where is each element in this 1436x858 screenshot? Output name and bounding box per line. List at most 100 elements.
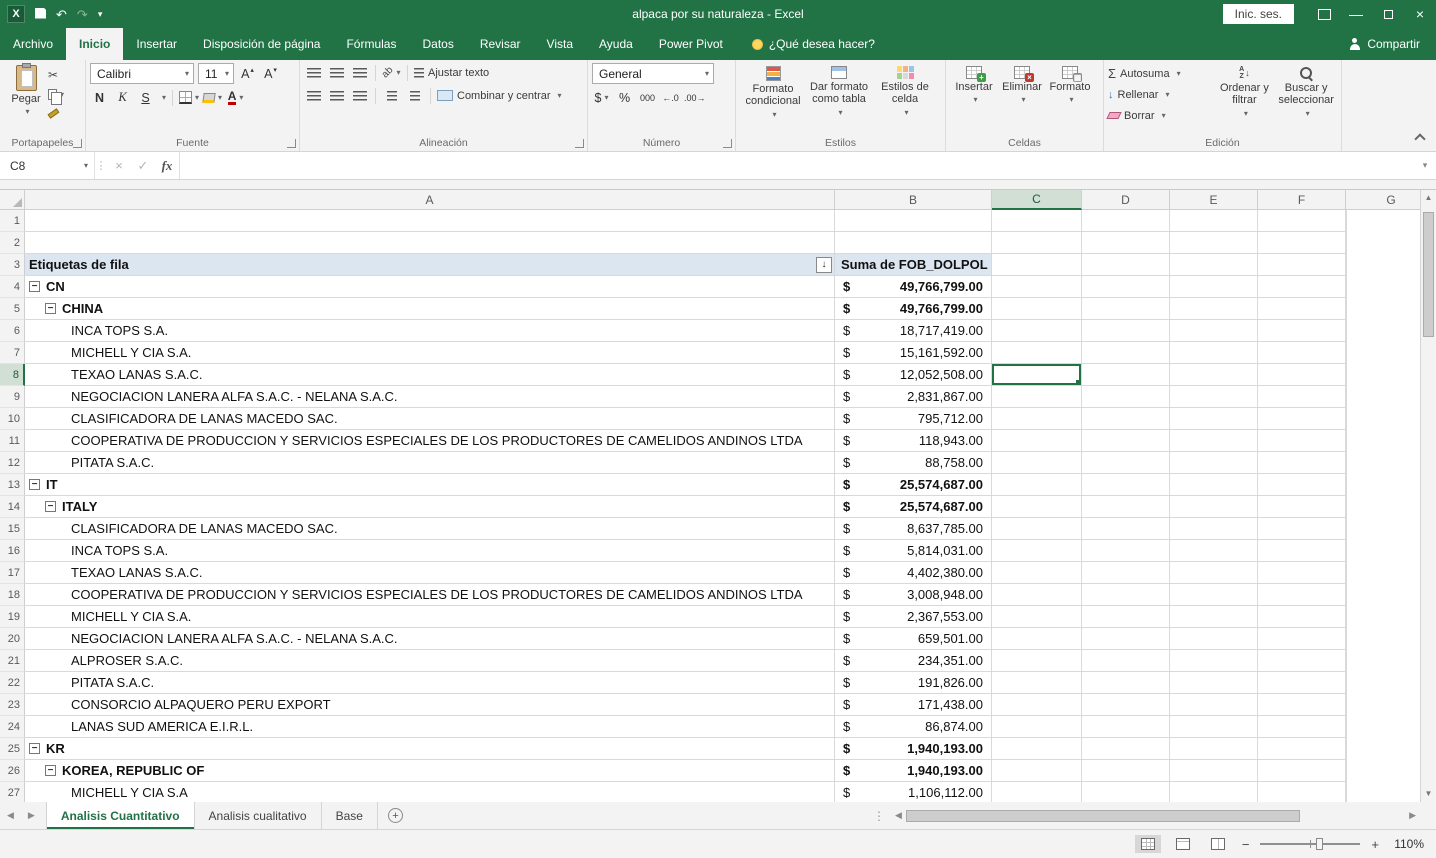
- cell-d24[interactable]: [1082, 716, 1170, 738]
- column-header-b[interactable]: B: [835, 190, 992, 210]
- cell-d25[interactable]: [1082, 738, 1170, 760]
- cell-a19[interactable]: MICHELL Y CIA S.A.: [25, 606, 835, 628]
- ribbon-tab-revisar[interactable]: Revisar: [467, 28, 534, 60]
- cell-e9[interactable]: [1170, 386, 1258, 408]
- scroll-left-icon[interactable]: ◀: [891, 810, 906, 821]
- cell-b23[interactable]: $171,438.00: [835, 694, 992, 716]
- cell-b1[interactable]: [835, 210, 992, 232]
- cell-f27[interactable]: [1258, 782, 1346, 802]
- cell-b25[interactable]: $1,940,193.00: [835, 738, 992, 760]
- share-button[interactable]: Compartir: [1349, 28, 1420, 60]
- cell-g9[interactable]: [1346, 386, 1347, 408]
- row-header[interactable]: 16: [0, 540, 25, 562]
- cell-d6[interactable]: [1082, 320, 1170, 342]
- cell-a8[interactable]: TEXAO LANAS S.A.C.: [25, 364, 835, 386]
- minimize-button[interactable]: —: [1340, 0, 1372, 28]
- tab-splitter-handle[interactable]: ⋮: [867, 802, 891, 829]
- row-header[interactable]: 11: [0, 430, 25, 452]
- cell-e17[interactable]: [1170, 562, 1258, 584]
- row-header[interactable]: 25: [0, 738, 25, 760]
- cell-a27[interactable]: MICHELL Y CIA S.A: [25, 782, 835, 802]
- cell-d14[interactable]: [1082, 496, 1170, 518]
- cell-d18[interactable]: [1082, 584, 1170, 606]
- expand-formula-bar-icon[interactable]: ▾: [1414, 152, 1436, 179]
- cut-button[interactable]: ✂: [48, 67, 64, 83]
- page-break-view-button[interactable]: [1205, 835, 1231, 853]
- cell-f24[interactable]: [1258, 716, 1346, 738]
- cell-f15[interactable]: [1258, 518, 1346, 540]
- sheet-tab-analisis-cualitativo[interactable]: Analisis cualitativo: [195, 802, 322, 829]
- cell-b3[interactable]: Suma de FOB_DOLPOL: [835, 254, 992, 276]
- row-header[interactable]: 15: [0, 518, 25, 540]
- cell-f26[interactable]: [1258, 760, 1346, 782]
- cell-g18[interactable]: [1346, 584, 1347, 606]
- row-header[interactable]: 8: [0, 364, 25, 386]
- align-left-button[interactable]: [304, 86, 323, 105]
- ribbon-tab-archivo[interactable]: Archivo: [0, 28, 66, 60]
- scroll-up-icon[interactable]: ▲: [1421, 190, 1436, 206]
- cell-f23[interactable]: [1258, 694, 1346, 716]
- cell-d2[interactable]: [1082, 232, 1170, 254]
- cell-g5[interactable]: [1346, 298, 1347, 320]
- cell-c24[interactable]: [992, 716, 1082, 738]
- cell-a25[interactable]: − KR: [25, 738, 835, 760]
- sort-filter-button[interactable]: A Z ↓ Ordenar y filtrar ▾: [1214, 63, 1276, 135]
- align-middle-button[interactable]: [327, 63, 346, 82]
- cell-c17[interactable]: [992, 562, 1082, 584]
- dialog-launcher-icon[interactable]: [575, 139, 584, 148]
- cell-c3[interactable]: [992, 254, 1082, 276]
- excel-logo-icon[interactable]: X: [7, 5, 25, 23]
- cell-e14[interactable]: [1170, 496, 1258, 518]
- cell-c25[interactable]: [992, 738, 1082, 760]
- cell-c16[interactable]: [992, 540, 1082, 562]
- cell-b19[interactable]: $2,367,553.00: [835, 606, 992, 628]
- cell-g3[interactable]: [1346, 254, 1347, 276]
- increase-decimal-button[interactable]: ←.0: [661, 88, 680, 107]
- cell-a26[interactable]: − KOREA, REPUBLIC OF: [25, 760, 835, 782]
- cell-e25[interactable]: [1170, 738, 1258, 760]
- ribbon-tab-power-pivot[interactable]: Power Pivot: [646, 28, 736, 60]
- sheet-tab-base[interactable]: Base: [322, 802, 378, 829]
- cell-g27[interactable]: [1346, 782, 1347, 802]
- align-right-button[interactable]: [350, 86, 369, 105]
- cell-b27[interactable]: $1,106,112.00: [835, 782, 992, 802]
- cell-g12[interactable]: [1346, 452, 1347, 474]
- cell-f18[interactable]: [1258, 584, 1346, 606]
- cell-d13[interactable]: [1082, 474, 1170, 496]
- fill-color-button[interactable]: ▾: [202, 88, 222, 107]
- cell-f14[interactable]: [1258, 496, 1346, 518]
- page-layout-view-button[interactable]: [1170, 835, 1196, 853]
- cell-e4[interactable]: [1170, 276, 1258, 298]
- row-header[interactable]: 23: [0, 694, 25, 716]
- cell-d5[interactable]: [1082, 298, 1170, 320]
- row-header[interactable]: 14: [0, 496, 25, 518]
- cell-a24[interactable]: LANAS SUD AMERICA E.I.R.L.: [25, 716, 835, 738]
- formula-input[interactable]: [179, 152, 1414, 179]
- cell-c9[interactable]: [992, 386, 1082, 408]
- cell-e16[interactable]: [1170, 540, 1258, 562]
- cell-c21[interactable]: [992, 650, 1082, 672]
- cell-b21[interactable]: $234,351.00: [835, 650, 992, 672]
- row-header[interactable]: 3: [0, 254, 25, 276]
- cell-c2[interactable]: [992, 232, 1082, 254]
- column-header-f[interactable]: F: [1258, 190, 1346, 210]
- horizontal-scroll-thumb[interactable]: [905, 809, 1301, 822]
- italic-button[interactable]: K: [113, 88, 132, 107]
- insert-function-icon[interactable]: fx: [155, 152, 179, 179]
- comma-style-button[interactable]: 000: [638, 88, 657, 107]
- insert-cells-button[interactable]: + Insertar ▾: [950, 63, 998, 135]
- find-select-button[interactable]: Buscar y seleccionar ▾: [1275, 63, 1337, 135]
- cell-a16[interactable]: INCA TOPS S.A.: [25, 540, 835, 562]
- row-header[interactable]: 10: [0, 408, 25, 430]
- ribbon-tab-disposici-n-de-p-gina[interactable]: Disposición de página: [190, 28, 333, 60]
- formula-bar-grip[interactable]: ⋮: [95, 152, 107, 179]
- cell-g24[interactable]: [1346, 716, 1347, 738]
- cell-e26[interactable]: [1170, 760, 1258, 782]
- cell-e22[interactable]: [1170, 672, 1258, 694]
- cell-d7[interactable]: [1082, 342, 1170, 364]
- cell-e5[interactable]: [1170, 298, 1258, 320]
- format-cells-button[interactable]: ▦ Formato ▾: [1046, 63, 1094, 135]
- collapse-icon[interactable]: −: [29, 479, 40, 490]
- cell-a5[interactable]: − CHINA: [25, 298, 835, 320]
- borders-button[interactable]: ▾: [179, 88, 199, 107]
